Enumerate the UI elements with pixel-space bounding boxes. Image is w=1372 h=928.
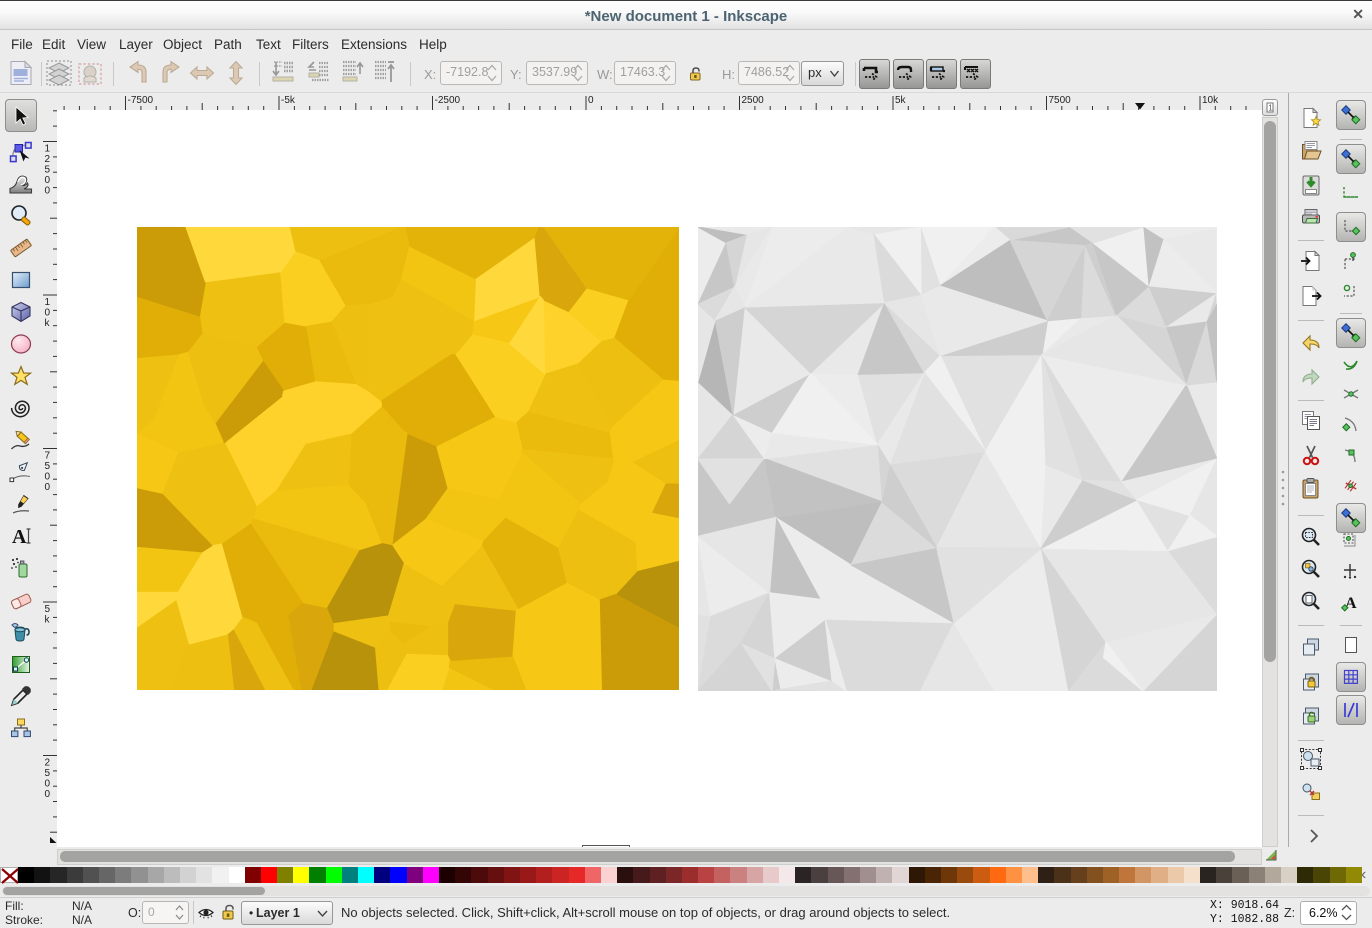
svg-text:7: 7 (45, 451, 51, 462)
svg-text:2500: 2500 (742, 95, 765, 106)
svg-text:7500: 7500 (1049, 95, 1072, 106)
svg-text:0: 0 (45, 482, 51, 493)
svg-text:5: 5 (45, 461, 51, 472)
svg-text:-5k: -5k (281, 95, 296, 106)
svg-text:2: 2 (45, 154, 51, 165)
svg-text:10k: 10k (1202, 95, 1219, 106)
svg-text:0: 0 (45, 779, 51, 790)
svg-text:0: 0 (45, 308, 51, 319)
svg-text:2: 2 (45, 758, 51, 769)
svg-text:0: 0 (45, 789, 51, 800)
svg-text:A: A (12, 526, 27, 548)
svg-text:5: 5 (45, 604, 51, 615)
svg-text:5: 5 (45, 165, 51, 176)
svg-text:0: 0 (588, 95, 594, 106)
svg-text:-7500: -7500 (128, 95, 154, 106)
svg-text:1: 1 (45, 144, 51, 155)
svg-text:k: k (45, 318, 51, 329)
svg-text:0: 0 (45, 472, 51, 483)
svg-text:0: 0 (45, 175, 51, 186)
svg-text:k: k (45, 615, 51, 626)
svg-text:1: 1 (1268, 104, 1273, 113)
svg-text:0: 0 (45, 186, 51, 197)
svg-text:5k: 5k (895, 95, 907, 106)
svg-text:1: 1 (45, 297, 51, 308)
svg-text:-2500: -2500 (435, 95, 461, 106)
svg-text:5: 5 (45, 768, 51, 779)
